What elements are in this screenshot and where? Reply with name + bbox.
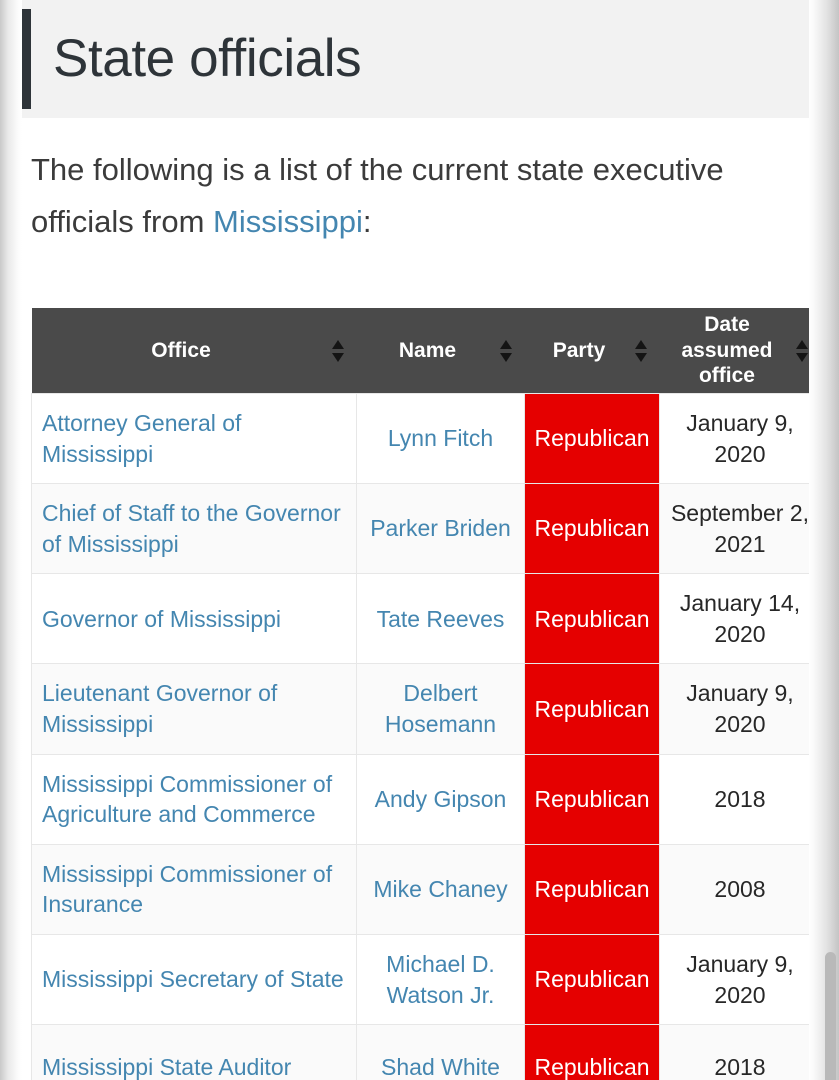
page-content: State officials The following is a list …	[22, 0, 821, 1080]
table-row: Governor of Mississippi Tate Reeves Republ…	[31, 573, 821, 665]
cell-office[interactable]: Chief of Staff to the Governor of Missis…	[31, 483, 357, 575]
office-link[interactable]: Mississippi Commissioner of Agriculture …	[42, 771, 332, 828]
official-name-link[interactable]: Mike Chaney	[373, 876, 507, 902]
cell-office[interactable]: Attorney General of Mississippi	[31, 392, 357, 485]
table-body: Attorney General of Mississippi Lynn Fitc…	[31, 392, 821, 1080]
cell-party: Republican	[524, 483, 660, 575]
cell-party: Republican	[524, 843, 660, 935]
table-row: Mississippi State Auditor Shad White Repub…	[31, 1024, 821, 1080]
cell-party: Republican	[524, 392, 660, 485]
cell-party: Republican	[524, 573, 660, 665]
table-row: Mississippi Commissioner of Insurance Mik…	[31, 843, 821, 935]
cell-name[interactable]: Parker Briden	[356, 483, 525, 575]
column-header-name-label: Name	[398, 338, 457, 362]
official-name-link[interactable]: Shad White	[381, 1054, 500, 1080]
officials-table-container: Office Name Party Date assumed office At…	[22, 308, 821, 1080]
official-name-link[interactable]: Delbert Hosemann	[385, 680, 496, 737]
cell-office[interactable]: Mississippi Commissioner of Agriculture …	[31, 753, 357, 845]
cell-date-assumed-office: January 9, 2020	[659, 663, 821, 755]
party-badge: Republican	[534, 948, 650, 1011]
cell-date-assumed-office: 2018	[659, 753, 821, 845]
party-badge: Republican	[534, 498, 650, 560]
table-header-row: Office Name Party Date assumed office	[31, 308, 821, 394]
cell-office[interactable]: Mississippi Commissioner of Insurance	[31, 843, 357, 935]
intro-paragraph: The following is a list of the current s…	[22, 144, 811, 248]
cell-name[interactable]: Shad White	[356, 1024, 525, 1080]
cell-date-assumed-office: January 9, 2020	[659, 933, 821, 1026]
page-title: State officials	[53, 29, 362, 89]
cell-name[interactable]: Mike Chaney	[356, 843, 525, 935]
cell-office[interactable]: Mississippi State Auditor	[31, 1024, 357, 1080]
office-link[interactable]: Lieutenant Governor of Mississippi	[42, 680, 277, 737]
office-link[interactable]: Attorney General of Mississippi	[42, 410, 241, 467]
cell-name[interactable]: Delbert Hosemann	[356, 663, 525, 755]
cell-party: Republican	[524, 1024, 660, 1080]
office-link[interactable]: Mississippi Commissioner of Insurance	[42, 861, 332, 918]
official-name-link[interactable]: Lynn Fitch	[388, 425, 493, 451]
office-link[interactable]: Governor of Mississippi	[42, 606, 281, 632]
state-officials-table: Office Name Party Date assumed office At…	[31, 308, 821, 1080]
party-badge: Republican	[534, 768, 650, 830]
cell-name[interactable]: Andy Gipson	[356, 753, 525, 845]
cell-name[interactable]: Tate Reeves	[356, 573, 525, 665]
column-header-date-assumed-office[interactable]: Date assumed office	[659, 308, 821, 394]
sort-updown-icon[interactable]	[634, 339, 648, 362]
party-badge: Republican	[534, 858, 650, 920]
title-accent-bar	[22, 9, 31, 109]
cell-office[interactable]: Mississippi Secretary of State	[31, 933, 357, 1026]
column-header-office[interactable]: Office	[31, 308, 357, 394]
office-link[interactable]: Mississippi Secretary of State	[42, 966, 344, 992]
column-header-date-label: Date assumed office	[681, 313, 773, 388]
table-row: Mississippi Commissioner of Agriculture …	[31, 753, 821, 845]
cell-office[interactable]: Lieutenant Governor of Mississippi	[31, 663, 357, 755]
cell-date-assumed-office: September 2, 2021	[659, 483, 821, 575]
official-name-link[interactable]: Parker Briden	[370, 515, 511, 541]
cell-date-assumed-office: 2008	[659, 843, 821, 935]
column-header-name[interactable]: Name	[356, 308, 525, 394]
scrollbar-thumb[interactable]	[825, 952, 836, 1080]
cell-party: Republican	[524, 933, 660, 1026]
table-row: Attorney General of Mississippi Lynn Fitc…	[31, 392, 821, 485]
party-badge: Republican	[534, 1039, 650, 1080]
cell-party: Republican	[524, 663, 660, 755]
vertical-scrollbar[interactable]	[824, 0, 837, 1080]
party-badge: Republican	[534, 588, 650, 650]
table-row: Chief of Staff to the Governor of Missis…	[31, 483, 821, 575]
cell-date-assumed-office: January 9, 2020	[659, 392, 821, 485]
cell-name[interactable]: Lynn Fitch	[356, 392, 525, 485]
page-title-block: State officials	[22, 0, 811, 118]
column-header-party[interactable]: Party	[524, 308, 660, 394]
page-root: State officials The following is a list …	[0, 0, 839, 1080]
cell-name[interactable]: Michael D. Watson Jr.	[356, 933, 525, 1026]
party-badge: Republican	[534, 407, 650, 470]
column-header-office-label: Office	[151, 338, 211, 362]
official-name-link[interactable]: Michael D. Watson Jr.	[386, 951, 495, 1008]
mississippi-link[interactable]: Mississippi	[213, 204, 363, 239]
table-row: Lieutenant Governor of Mississippi Delber…	[31, 663, 821, 755]
cell-party: Republican	[524, 753, 660, 845]
intro-text-prefix: The following is a list of the current s…	[31, 152, 724, 240]
office-link[interactable]: Chief of Staff to the Governor of Missis…	[42, 500, 341, 557]
viewport-left-edge-shadow	[0, 0, 22, 1080]
cell-date-assumed-office: January 14, 2020	[659, 573, 821, 665]
party-badge: Republican	[534, 678, 650, 740]
office-link[interactable]: Mississippi State Auditor	[42, 1054, 291, 1080]
intro-text-suffix: :	[362, 204, 372, 240]
table-header: Office Name Party Date assumed office	[31, 308, 821, 394]
sort-updown-icon[interactable]	[795, 339, 809, 362]
official-name-link[interactable]: Andy Gipson	[375, 786, 507, 812]
official-name-link[interactable]: Tate Reeves	[377, 606, 505, 632]
cell-office[interactable]: Governor of Mississippi	[31, 573, 357, 665]
sort-updown-icon[interactable]	[331, 339, 345, 362]
table-row: Mississippi Secretary of State Michael D.…	[31, 933, 821, 1026]
cell-date-assumed-office: 2018	[659, 1024, 821, 1080]
sort-updown-icon[interactable]	[499, 339, 513, 362]
